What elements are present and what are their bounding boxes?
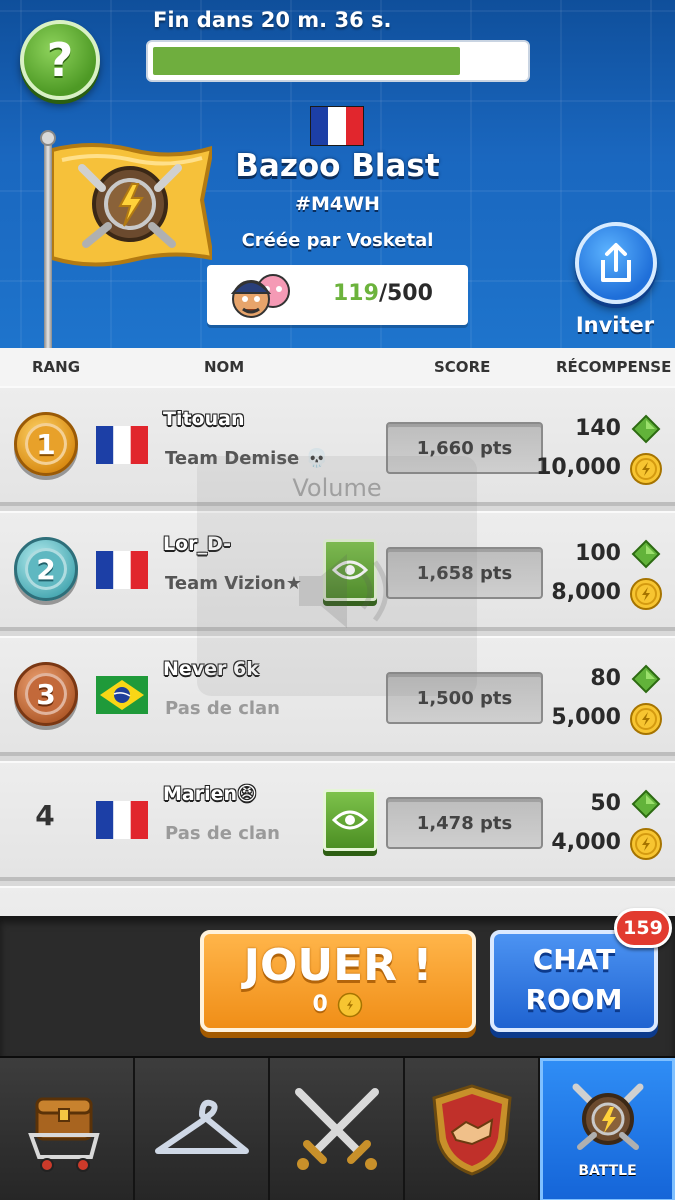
player-score: 1,478 pts xyxy=(386,797,543,849)
column-reward: RÉCOMPENSE xyxy=(556,358,672,376)
hanger-icon xyxy=(154,1099,249,1154)
members-count-box: 119/500 xyxy=(207,265,468,325)
coin-icon xyxy=(630,453,662,485)
share-icon xyxy=(601,243,631,282)
play-label: JOUER ! xyxy=(243,940,433,991)
chat-label: CHAT ROOM xyxy=(525,943,623,1016)
reward-gems: 50 xyxy=(590,791,621,816)
column-name: NOM xyxy=(204,358,245,376)
help-button[interactable]: ? xyxy=(20,20,100,100)
play-button[interactable]: JOUER ! 0 xyxy=(200,930,476,1032)
france-flag-icon xyxy=(96,801,148,839)
reward-gems: 140 xyxy=(575,416,621,441)
clan-name: Bazoo Blast xyxy=(235,148,440,184)
france-flag-icon xyxy=(96,551,148,589)
volume-overlay: Volume xyxy=(197,456,477,696)
play-cost: 0 xyxy=(204,992,472,1018)
player-name[interactable]: Marien😠 xyxy=(163,783,257,805)
player-name[interactable]: Titouan xyxy=(163,408,244,430)
reward-gems: 100 xyxy=(575,541,621,566)
volume-label: Volume xyxy=(292,474,382,502)
gem-icon xyxy=(631,539,661,569)
clan-creator: Créée par Vosketal xyxy=(241,230,434,251)
event-progress-bar xyxy=(146,40,530,82)
column-rank: RANG xyxy=(32,358,81,376)
reward-coins: 8,000 xyxy=(551,580,621,605)
gem-icon xyxy=(631,414,661,444)
eye-icon xyxy=(332,810,368,830)
members-max: /500 xyxy=(378,281,433,306)
battle-emblem-icon xyxy=(572,1083,643,1150)
members-count: 119/500 xyxy=(333,281,433,306)
coin-icon xyxy=(630,828,662,860)
france-flag-icon xyxy=(96,426,148,464)
reward-coins: 10,000 xyxy=(536,455,621,480)
player-clan: Pas de clan xyxy=(165,823,280,844)
coin-icon xyxy=(630,703,662,735)
members-avatars-icon xyxy=(230,274,290,318)
invite-label: Inviter xyxy=(575,313,655,337)
speaker-icon xyxy=(299,554,389,628)
reward-gems: 80 xyxy=(590,666,621,691)
bronze-medal-icon: 3 xyxy=(14,662,78,726)
members-current: 119 xyxy=(333,281,379,306)
chat-unread-badge: 159 xyxy=(614,908,672,948)
nav-battle-label: BATTLE xyxy=(578,1163,637,1179)
reward-coins: 4,000 xyxy=(551,830,621,855)
help-label: ? xyxy=(46,33,74,87)
gem-icon xyxy=(631,789,661,819)
brazil-flag-icon xyxy=(96,676,148,714)
gem-icon xyxy=(631,664,661,694)
nav-battle-modes[interactable] xyxy=(270,1058,405,1200)
nav-wardrobe[interactable] xyxy=(135,1058,270,1200)
coin-icon xyxy=(338,992,363,1018)
nav-battle[interactable]: BATTLE xyxy=(540,1058,675,1200)
gold-medal-icon: 1 xyxy=(14,412,78,476)
invite-button[interactable] xyxy=(575,222,657,304)
crossed-swords-icon xyxy=(294,1088,379,1170)
shop-cart-icon xyxy=(27,1097,100,1172)
silver-medal-icon: 2 xyxy=(14,537,78,601)
nav-clan[interactable] xyxy=(405,1058,540,1200)
leaderboard-row[interactable] xyxy=(0,886,675,916)
leaderboard-row[interactable]: 4 Marien😠 Pas de clan 1,478 pts 50 4,000 xyxy=(0,761,675,881)
play-cost-value: 0 xyxy=(312,992,328,1017)
spectate-button[interactable] xyxy=(323,789,377,851)
clan-shield-icon xyxy=(431,1084,512,1176)
coin-icon xyxy=(630,578,662,610)
event-timer: Fin dans 20 m. 36 s. xyxy=(153,8,392,32)
clan-tag: #M4WH xyxy=(295,193,380,215)
clan-header: ? Fin dans 20 m. 36 s. Bazoo Blast #M4WH… xyxy=(0,0,675,348)
nav-shop[interactable] xyxy=(0,1058,135,1200)
france-flag-icon xyxy=(310,106,364,146)
column-score: SCORE xyxy=(434,358,491,376)
reward-coins: 5,000 xyxy=(551,705,621,730)
player-clan: Pas de clan xyxy=(165,698,280,719)
leaderboard-column-headers: RANG NOM SCORE RÉCOMPENSE xyxy=(0,348,675,386)
bottom-nav: BATTLE xyxy=(0,1056,675,1200)
rank-number: 4 xyxy=(35,799,55,832)
event-progress-fill xyxy=(153,47,461,75)
